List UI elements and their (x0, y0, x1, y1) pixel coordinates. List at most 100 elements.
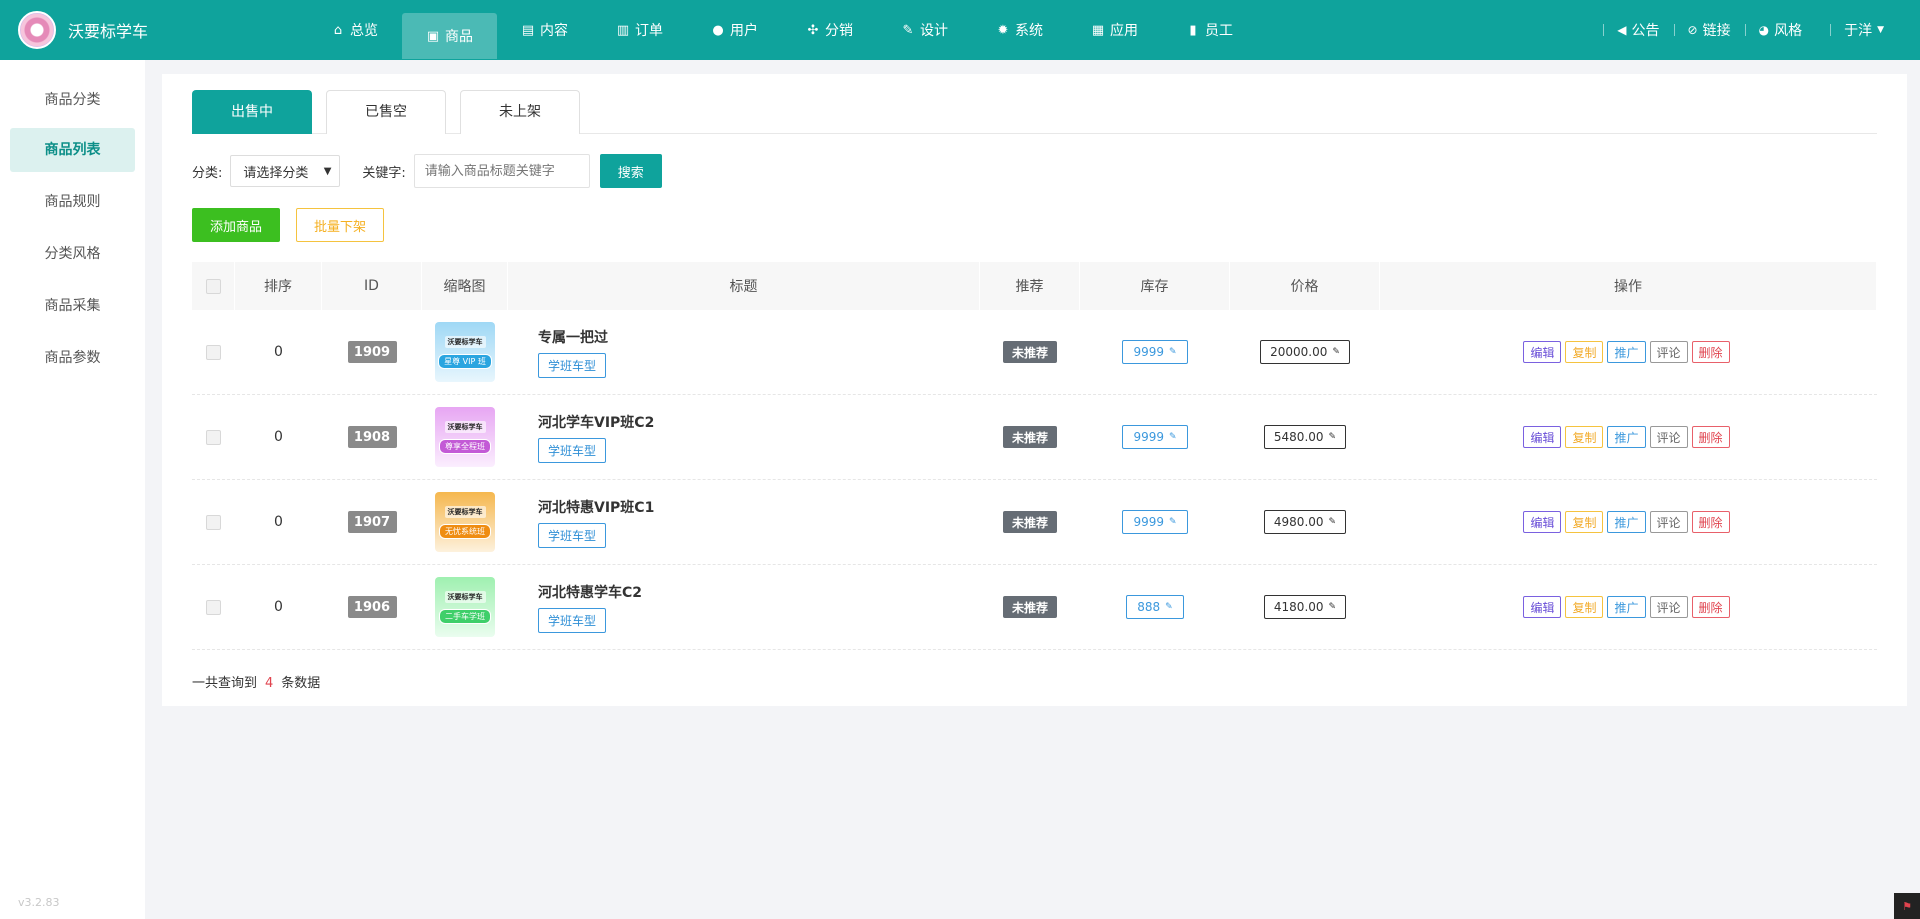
header-thumb: 缩略图 (422, 262, 508, 310)
thumb-label: 星尊 VIP 班 (438, 353, 492, 369)
price-edit[interactable]: 5480.00 ✎ (1263, 425, 1347, 449)
nav-item-label: 商品 (445, 29, 473, 45)
tab-2[interactable]: 未上架 (460, 90, 580, 134)
recommend-badge[interactable]: 未推荐 (1002, 341, 1057, 363)
sidebar-item-0[interactable]: 商品分类 (10, 80, 135, 120)
stock-edit[interactable]: 9999 ✎ (1122, 425, 1188, 449)
user-icon: ● (712, 22, 724, 38)
nav-item-3[interactable]: ▥ 订单 (592, 0, 687, 60)
nav-item-1[interactable]: ▣ 商品 (402, 13, 497, 59)
sidebar-item-2[interactable]: 商品规则 (10, 180, 135, 224)
comment-button[interactable]: 评论 (1649, 596, 1688, 618)
id-badge: 1907 (347, 511, 397, 533)
edit-button[interactable]: 编辑 (1523, 426, 1562, 448)
delete-button[interactable]: 删除 (1691, 511, 1730, 533)
search-button[interactable]: 搜索 (599, 154, 662, 188)
row-sort[interactable]: 0 (235, 480, 322, 565)
home-icon: ⌂ (333, 22, 343, 38)
nav-item-5[interactable]: ✣ 分销 (782, 0, 877, 60)
price-edit[interactable]: 20000.00 ✎ (1260, 340, 1350, 364)
row-stock-cell: 9999 ✎ (1080, 395, 1230, 480)
thumb-label: 无忧系统班 (439, 523, 491, 539)
row-title-cell: 专属一把过 学班车型 (508, 310, 980, 395)
row-checkbox[interactable] (206, 344, 221, 360)
clipboard-icon: ▥ (616, 22, 630, 38)
row-checkbox[interactable] (206, 514, 221, 530)
summary-count: 4 (265, 676, 274, 691)
row-stock-cell: 9999 ✎ (1080, 480, 1230, 565)
table-header: 排序 ID 缩略图 标题 推荐 库存 价格 操作 (192, 262, 1877, 310)
batch-offline-button[interactable]: 批量下架 (296, 208, 384, 242)
flag-icon[interactable]: ⚑ (1894, 893, 1920, 919)
price-edit[interactable]: 4180.00 ✎ (1263, 595, 1347, 619)
style-link[interactable]: ◕ 风格 (1744, 20, 1816, 40)
row-checkbox-cell (192, 565, 235, 650)
recommend-badge[interactable]: 未推荐 (1002, 511, 1057, 533)
comment-button[interactable]: 评论 (1649, 341, 1688, 363)
recommend-badge[interactable]: 未推荐 (1002, 426, 1057, 448)
promote-button[interactable]: 推广 (1607, 426, 1646, 448)
tab-0[interactable]: 出售中 (192, 90, 312, 134)
sidebar-item-3[interactable]: 分类风格 (10, 232, 135, 276)
row-sort[interactable]: 0 (235, 310, 322, 395)
row-title-cell: 河北特惠学车C2 学班车型 (508, 565, 980, 650)
product-thumbnail[interactable]: 沃要标学车 尊享全程班 (435, 407, 495, 467)
table-row: 0 1907 沃要标学车 无忧系统班 河北特惠VIP班C1 学班车型 未推荐 9999 ✎ 498… (192, 480, 1877, 565)
row-sort[interactable]: 0 (235, 565, 322, 650)
delete-button[interactable]: 删除 (1691, 596, 1730, 618)
comment-button[interactable]: 评论 (1649, 511, 1688, 533)
promote-button[interactable]: 推广 (1607, 511, 1646, 533)
main-panel: 出售中已售空未上架 分类: 请选择分类 ▼ 关键字: 搜索 添加商品 批量下架 … (162, 74, 1907, 706)
sidebar-item-1[interactable]: 商品列表 (10, 128, 135, 172)
row-checkbox[interactable] (206, 429, 221, 445)
nav-item-6[interactable]: ✎ 设计 (877, 0, 972, 60)
share-icon: ✣ (807, 22, 819, 38)
price-edit[interactable]: 4980.00 ✎ (1263, 510, 1347, 534)
nav-item-9[interactable]: ▮ 员工 (1162, 0, 1257, 60)
stock-value: 9999 (1133, 430, 1164, 444)
select-all-checkbox[interactable] (205, 278, 221, 294)
nav-item-0[interactable]: ⌂ 总览 (307, 0, 402, 60)
delete-button[interactable]: 删除 (1691, 341, 1730, 363)
row-checkbox[interactable] (206, 599, 221, 615)
product-title: 河北学车VIP班C2 (538, 414, 655, 431)
speaker-icon: ◀ (1617, 23, 1627, 37)
copy-button[interactable]: 复制 (1565, 596, 1604, 618)
add-product-button[interactable]: 添加商品 (192, 208, 280, 242)
notice-link[interactable]: ◀ 公告 (1603, 20, 1673, 40)
product-thumbnail[interactable]: 沃要标学车 无忧系统班 (435, 492, 495, 552)
stock-edit[interactable]: 888 ✎ (1126, 595, 1184, 619)
delete-button[interactable]: 删除 (1691, 426, 1730, 448)
nav-item-2[interactable]: ▤ 内容 (497, 0, 592, 60)
edit-button[interactable]: 编辑 (1523, 341, 1562, 363)
stock-edit[interactable]: 9999 ✎ (1122, 340, 1188, 364)
header-stock: 库存 (1080, 262, 1230, 310)
row-sort[interactable]: 0 (235, 395, 322, 480)
comment-button[interactable]: 评论 (1649, 426, 1688, 448)
nav-item-8[interactable]: ▦ 应用 (1067, 0, 1162, 60)
product-thumbnail[interactable]: 沃要标学车 二手车学班 (435, 577, 495, 637)
sidebar-item-5[interactable]: 商品参数 (10, 336, 135, 380)
logo[interactable]: 沃要标学车 (0, 0, 230, 60)
promote-button[interactable]: 推广 (1607, 341, 1646, 363)
copy-button[interactable]: 复制 (1565, 511, 1604, 533)
link-link[interactable]: ⊘ 链接 (1673, 20, 1745, 40)
edit-button[interactable]: 编辑 (1523, 596, 1562, 618)
user-menu[interactable]: 于洋 ▼ (1830, 20, 1898, 40)
tab-1[interactable]: 已售空 (326, 90, 446, 134)
nav-item-label: 设计 (920, 23, 948, 39)
edit-button[interactable]: 编辑 (1523, 511, 1562, 533)
product-thumbnail[interactable]: 沃要标学车 星尊 VIP 班 (435, 322, 495, 382)
copy-button[interactable]: 复制 (1565, 341, 1604, 363)
sidebar-item-4[interactable]: 商品采集 (10, 284, 135, 328)
row-ops-cell: 编辑 复制 推广 评论 删除 (1380, 480, 1877, 565)
copy-button[interactable]: 复制 (1565, 426, 1604, 448)
nav-item-4[interactable]: ● 用户 (687, 0, 782, 60)
stock-edit[interactable]: 9999 ✎ (1122, 510, 1188, 534)
promote-button[interactable]: 推广 (1607, 596, 1646, 618)
category-select[interactable]: 请选择分类 ▼ (230, 155, 341, 187)
recommend-badge[interactable]: 未推荐 (1002, 596, 1057, 618)
keyword-input[interactable] (413, 154, 590, 188)
nav-item-label: 订单 (635, 23, 663, 39)
nav-item-7[interactable]: ✹ 系统 (972, 0, 1067, 60)
